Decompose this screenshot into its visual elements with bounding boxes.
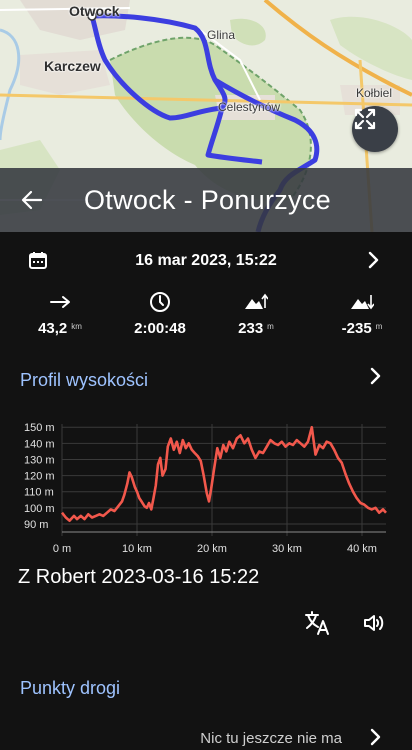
map-label-karczew: Karczew	[44, 58, 101, 74]
ascent-icon	[245, 293, 268, 309]
stat-descent: -235 m	[312, 290, 412, 337]
note-actions	[0, 604, 412, 640]
ascent-unit: m	[267, 322, 274, 331]
track-note: Z Robert 2023-03-16 15:22	[18, 566, 260, 588]
translate-icon	[305, 611, 329, 635]
map-label-kolbiel: Kołbiel	[356, 86, 393, 100]
ascent-value: 233	[238, 320, 264, 337]
duration-value: 2:00:48	[134, 320, 186, 337]
back-button[interactable]	[0, 168, 64, 232]
chart-x-tick-label: 10 km	[122, 543, 152, 555]
recenter-icon	[354, 108, 376, 130]
title-bar: Otwock - Ponurzyce	[0, 168, 412, 232]
chart-y-tick-label: 90 m	[24, 519, 48, 531]
waypoints-empty-text: Nic tu jeszcze nie ma	[200, 730, 342, 747]
chart-x-tick-label: 40 km	[347, 543, 377, 555]
stat-duration: 2:00:48	[110, 290, 210, 337]
stat-ascent: 233 m	[206, 290, 306, 337]
map-label-celestynow: Celestynów	[218, 100, 281, 114]
chevron-right-icon[interactable]	[362, 249, 384, 271]
chart-y-tick-label: 130 m	[24, 454, 55, 466]
trip-date: 16 mar 2023, 15:22	[135, 252, 277, 269]
chart-y-tick-label: 150 m	[24, 422, 55, 434]
distance-arrow-icon	[50, 296, 70, 308]
chart-y-tick-label: 100 m	[24, 503, 55, 515]
date-row[interactable]: 16 mar 2023, 15:22	[0, 246, 412, 276]
chevron-right-icon[interactable]	[364, 726, 386, 748]
chevron-right-icon[interactable]	[364, 365, 386, 387]
track-details: 16 mar 2023, 15:22 43,2 km 2:00:48 233 m…	[0, 232, 412, 750]
chart-y-tick-label: 110 m	[24, 487, 54, 499]
stat-distance: 43,2 km	[10, 290, 110, 337]
arrow-left-icon	[21, 190, 43, 210]
elevation-series-line	[60, 425, 387, 522]
page-title: Otwock - Ponurzyce	[84, 184, 331, 215]
descent-value: -235	[341, 320, 372, 337]
descent-icon	[351, 295, 374, 310]
chart-y-tick-label: 120 m	[24, 471, 55, 483]
translate-button[interactable]	[303, 608, 333, 638]
waypoints-empty-row[interactable]: Nic tu jeszcze nie ma	[0, 724, 412, 750]
recenter-button[interactable]	[352, 106, 398, 152]
speaker-button[interactable]	[359, 608, 389, 638]
elevation-chart[interactable]: 90 m 100 m 110 m 120 m 130 m 140 m 150 m 0 m 10 …	[0, 410, 412, 560]
chart-x-tick-label: 30 km	[272, 543, 302, 555]
chart-x-tick-label: 20 km	[197, 543, 227, 555]
speaker-icon	[364, 615, 384, 631]
chart-y-tick-label: 140 m	[24, 438, 55, 450]
map-label-glina: Glina	[207, 28, 236, 42]
clock-icon	[150, 292, 170, 312]
trip-stats: 43,2 km 2:00:48 233 m -235 m	[0, 290, 412, 350]
distance-unit: km	[71, 322, 82, 331]
chart-x-tick-label: 0 m	[53, 543, 71, 555]
elevation-profile-header[interactable]: Profil wysokości	[20, 370, 148, 391]
map-label-otwock: Otwock	[69, 3, 120, 19]
waypoints-header: Punkty drogi	[20, 678, 121, 698]
descent-unit: m	[375, 322, 383, 331]
distance-value: 43,2	[38, 320, 68, 337]
